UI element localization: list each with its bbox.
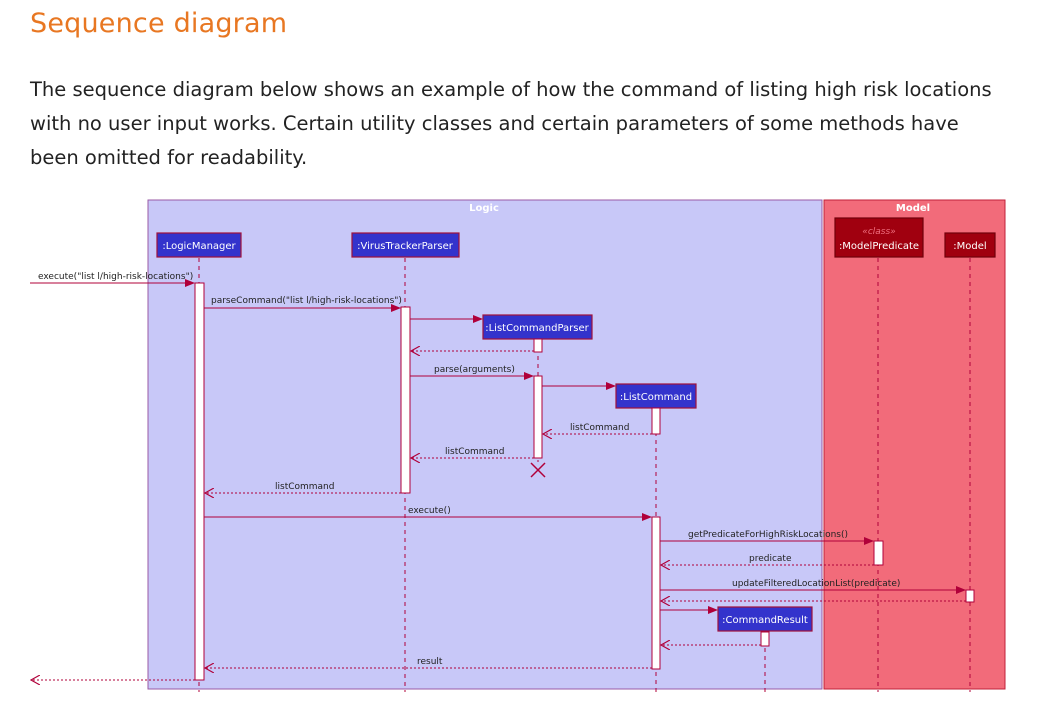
- participant-command-result: :CommandResult: [722, 615, 808, 626]
- participant-list-command-parser: :ListCommandParser: [485, 323, 589, 334]
- msg-parse-arguments-label: parse(arguments): [434, 365, 515, 375]
- activation-list-command-parser-parse: [533, 375, 543, 459]
- activation-list-command-execute: [651, 516, 661, 670]
- msg-get-predicate-label: getPredicateForHighRiskLocations(): [688, 530, 848, 540]
- sequence-diagram: Logic Model :LogicManager :VirusTrackerP…: [30, 199, 1006, 692]
- model-frame: [823, 199, 1006, 690]
- activation-command-result: [760, 631, 770, 647]
- msg-update-filtered-label: updateFilteredLocationList(predicate): [732, 579, 900, 589]
- activation-model: [965, 589, 975, 603]
- ret-list-command-3-label: listCommand: [275, 482, 334, 492]
- model-frame-label: Model: [896, 203, 930, 214]
- participant-list-command: :ListCommand: [620, 392, 692, 403]
- participant-model-predicate-stereotype: «class»: [862, 227, 895, 237]
- msg-execute-list-label: execute("list l/high-risk-locations"): [38, 272, 193, 282]
- activation-list-command-parser-create: [533, 338, 543, 353]
- participant-model-predicate: :ModelPredicate: [839, 241, 919, 252]
- activation-logic-manager: [194, 282, 205, 681]
- activation-model-predicate: [873, 540, 884, 566]
- ret-list-command-2-label: listCommand: [445, 447, 504, 457]
- activation-list-command-create: [651, 407, 661, 435]
- ret-list-command-1-label: listCommand: [570, 423, 629, 433]
- ret-result-label: result: [417, 657, 443, 667]
- logic-frame-label: Logic: [469, 203, 499, 214]
- ret-predicate-label: predicate: [749, 554, 792, 564]
- participant-logic-manager: :LogicManager: [162, 241, 236, 252]
- msg-execute-label: execute(): [408, 506, 451, 516]
- msg-parse-command-label: parseCommand("list l/high-risk-locations…: [211, 296, 402, 306]
- participant-virus-tracker-parser: :VirusTrackerParser: [357, 241, 454, 252]
- participant-model: :Model: [953, 241, 986, 252]
- activation-virus-tracker-parser: [400, 306, 411, 494]
